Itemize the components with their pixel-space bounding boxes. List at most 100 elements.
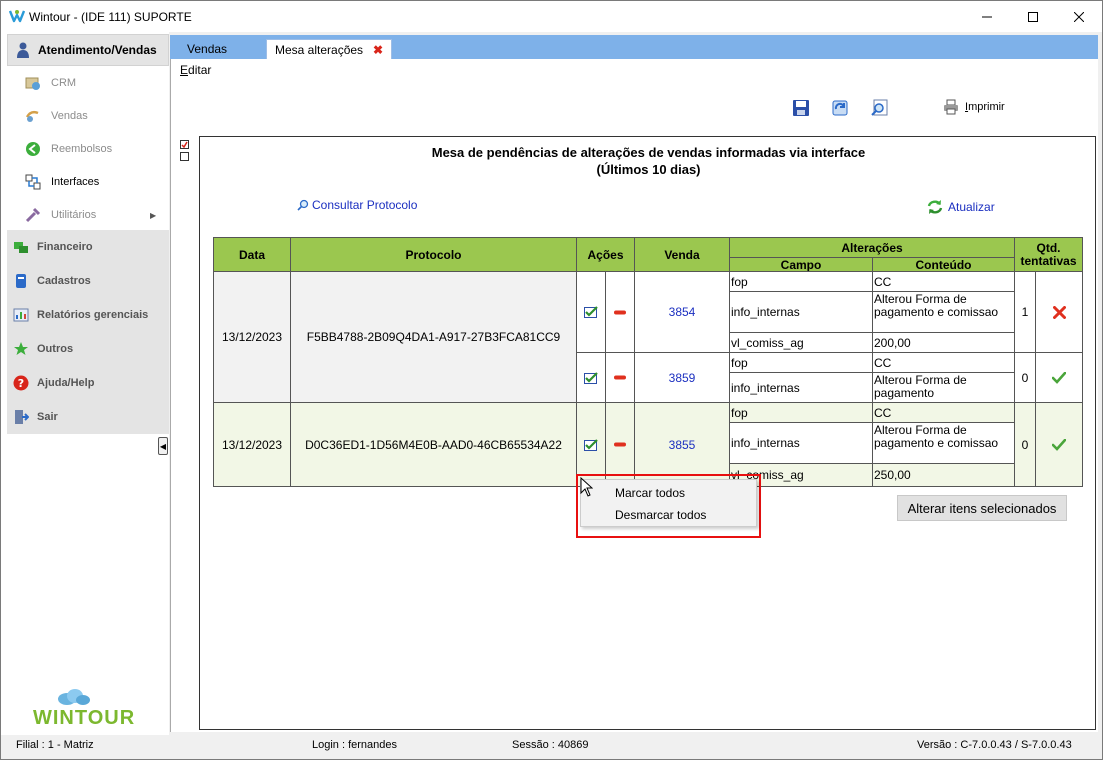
sidebar-section-sair[interactable]: Sair [7, 400, 169, 434]
conteudo-cell: 250,00 [872, 463, 1015, 487]
menu-item-desmarcar-todos[interactable]: Desmarcar todos [615, 508, 706, 522]
campo-cell: fop [729, 352, 873, 373]
status-sessao: Sessão : 40869 [512, 739, 589, 751]
conteudo-cell: CC [872, 352, 1015, 373]
header-alteracoes: Alterações [729, 237, 1015, 258]
mouse-cursor-icon [580, 477, 593, 497]
search-icon [297, 199, 309, 211]
sidebar-item-utilitarios[interactable]: Utilitários ▶ [25, 204, 165, 226]
tentativas-cell: 1 [1014, 271, 1036, 353]
campo-cell: fop [729, 402, 873, 423]
save-icon[interactable] [792, 99, 810, 117]
checked-checkbox-icon [584, 306, 598, 318]
atualizar-link[interactable]: Atualizar [927, 199, 995, 215]
tentativas-cell: 0 [1014, 352, 1036, 403]
menu-item-marcar-todos[interactable]: Marcar todos [615, 486, 685, 500]
campo-cell: fop [729, 271, 873, 292]
success-check-icon [1052, 438, 1066, 451]
cell-protocolo: D0C36ED1-1D56M4E0B-AAD0-46CB65534A22 [290, 402, 577, 487]
window-title: Wintour - (IDE 111) SUPORTE [29, 10, 192, 24]
sidebar-section-financeiro[interactable]: Financeiro [7, 230, 169, 264]
campo-cell: info_internas [729, 422, 873, 464]
header-campo: Campo [729, 257, 873, 272]
reject-button-3859[interactable] [605, 352, 635, 403]
sidebar: Atendimento/Vendas CRM Vendas Reembolsos [1, 32, 169, 735]
status-versao: Versão : C-7.0.0.43 / S-7.0.0.43 [917, 739, 1072, 751]
tab-vendas[interactable]: Vendas [187, 39, 227, 59]
close-tab-icon[interactable]: ✖ [373, 43, 383, 57]
select-toggles [180, 140, 189, 164]
check-all-toggle[interactable] [180, 140, 189, 149]
status-bar: Filial : 1 - Matriz Login : fernandes Se… [1, 735, 1102, 759]
vendas-icon [25, 110, 39, 122]
minus-icon [614, 442, 626, 447]
header-venda: Venda [634, 237, 730, 272]
minus-icon [614, 310, 626, 314]
changes-table: Data Protocolo Ações Venda Alterações Ca… [213, 237, 1083, 487]
refresh-record-icon[interactable] [831, 99, 849, 117]
approve-checkbox-3854[interactable] [576, 271, 606, 353]
checked-checkbox-icon [584, 371, 598, 384]
financeiro-icon [14, 242, 28, 253]
conteudo-cell: Alterou Forma de pagamento e comissao [872, 291, 1015, 333]
collapse-sidebar-button[interactable]: ◀ [158, 437, 168, 455]
minimize-button[interactable] [964, 1, 1010, 32]
conteudo-cell: CC [872, 271, 1015, 292]
minus-icon [614, 375, 626, 380]
pending-changes-panel: Mesa de pendências de alterações de vend… [199, 136, 1096, 730]
help-icon: ? [13, 375, 29, 391]
approve-checkbox-3859[interactable] [576, 352, 606, 403]
sidebar-section-cadastros[interactable]: Cadastros [7, 264, 169, 298]
uncheck-all-toggle[interactable] [180, 152, 189, 161]
status-ok-cell [1035, 352, 1083, 403]
status-filial: Filial : 1 - Matriz [16, 739, 94, 751]
sidebar-header-label: Atendimento/Vendas [38, 43, 157, 57]
conteudo-cell: 200,00 [872, 332, 1015, 353]
outros-icon [14, 342, 28, 355]
reembolsos-icon [26, 142, 40, 156]
sidebar-section-outros[interactable]: Outros [7, 332, 169, 366]
venda-link-3854[interactable]: 3854 [634, 271, 730, 353]
svg-text:?: ? [18, 377, 24, 390]
wintour-app-icon [9, 10, 25, 23]
sidebar-item-crm[interactable]: CRM [25, 72, 165, 94]
reject-button-3854[interactable] [605, 271, 635, 353]
sidebar-section-relatorios[interactable]: Relatórios gerenciais [7, 298, 169, 332]
sidebar-header-atendimento[interactable]: Atendimento/Vendas [7, 34, 169, 66]
consultar-protocolo-link[interactable]: Consultar Protocolo [297, 198, 417, 212]
content-area: Editar Imprimir Mesa de pendências de al… [170, 59, 1098, 732]
cell-data: 13/12/2023 [213, 271, 291, 403]
conteudo-cell: CC [872, 402, 1015, 423]
print-button[interactable]: Imprimir [943, 99, 1005, 115]
person-icon [17, 42, 29, 58]
header-qtd-tentativas: Qtd. tentativas [1014, 237, 1083, 272]
cell-data: 13/12/2023 [213, 402, 291, 487]
alterar-itens-button[interactable]: Alterar itens selecionados [897, 495, 1067, 521]
sidebar-item-vendas[interactable]: Vendas [25, 105, 165, 127]
header-data: Data [213, 237, 291, 272]
conteudo-cell: Alterou Forma de pagamento e comissao [872, 422, 1015, 464]
printer-icon [944, 99, 958, 115]
sidebar-item-interfaces[interactable]: Interfaces [25, 171, 165, 193]
tab-mesa-alteracoes[interactable]: Mesa alterações ✖ [266, 39, 393, 59]
maximize-button[interactable] [1010, 1, 1056, 32]
utilitarios-icon [25, 207, 41, 223]
panel-title: Mesa de pendências de alterações de vend… [431, 145, 866, 177]
status-login: Login : fernandes [312, 739, 398, 751]
success-check-icon [1052, 371, 1066, 384]
menu-editar[interactable]: Editar [180, 63, 211, 77]
interfaces-icon [25, 174, 41, 190]
close-window-button[interactable] [1056, 1, 1102, 32]
sidebar-section-ajuda[interactable]: ? Ajuda/Help [7, 366, 169, 400]
submenu-arrow-icon: ▶ [150, 210, 157, 220]
checked-checkbox-icon [584, 438, 598, 451]
relatorios-icon [13, 308, 29, 322]
campo-cell: vl_comiss_ag [729, 332, 873, 353]
venda-link-3859[interactable]: 3859 [634, 352, 730, 403]
search-preview-icon[interactable] [871, 99, 889, 117]
checked-box-icon [181, 141, 188, 148]
conteudo-cell: Alterou Forma de pagamento [872, 372, 1015, 403]
sidebar-item-reembolsos[interactable]: Reembolsos [25, 138, 165, 160]
header-acoes: Ações [576, 237, 635, 272]
close-icon [1074, 11, 1084, 22]
